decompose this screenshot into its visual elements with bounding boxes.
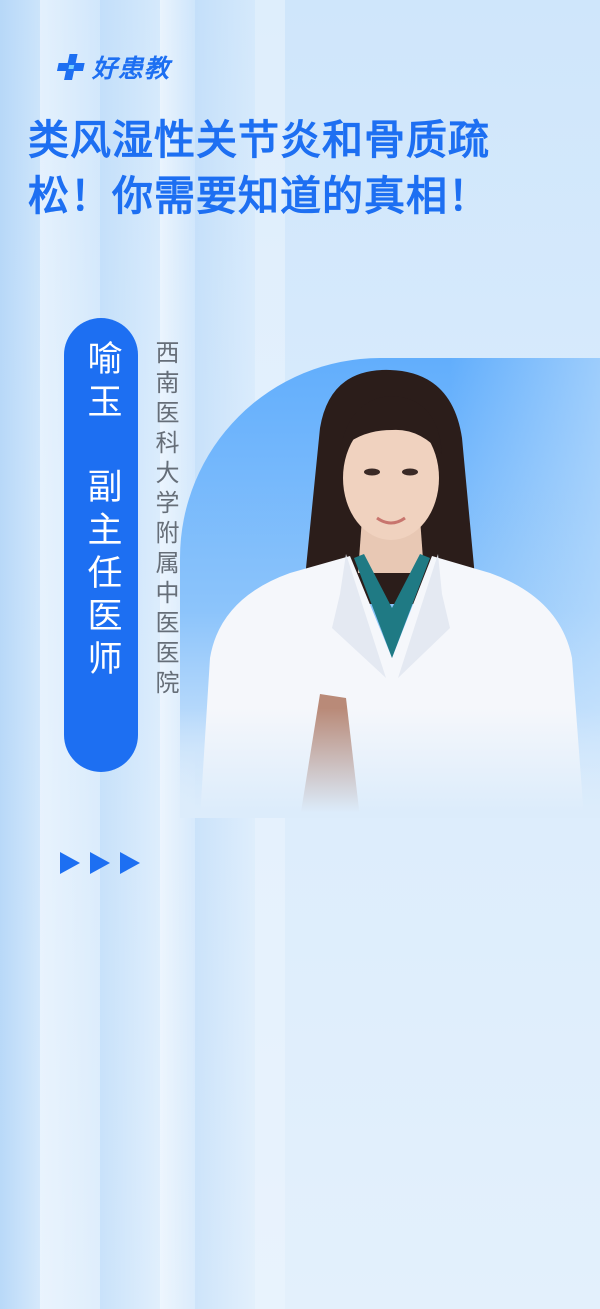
title-line-2: 松！你需要知道的真相！: [28, 172, 490, 220]
doctor-photo-panel: [180, 358, 600, 818]
play-triangle-icon: [60, 852, 80, 874]
page-title: 类风湿性关节炎和骨质疏 松！你需要知道的真相！: [28, 112, 588, 224]
brand-logo: 好患教: [54, 50, 170, 84]
brand-name: 好患教: [92, 54, 171, 83]
title-line-1: 类风湿性关节炎和骨质疏: [28, 116, 490, 164]
doctor-name-pill: 喻玉 副主任医师: [64, 318, 138, 772]
medical-cross-logo-icon: [54, 52, 90, 82]
doctor-position: 副主任医师: [81, 468, 122, 683]
play-triangle-icon: [90, 852, 110, 874]
arrow-decoration: [60, 852, 140, 874]
doctor-hospital: 西南医科大学附属中医医院: [151, 340, 179, 700]
play-triangle-icon: [120, 852, 140, 874]
doctor-name: 喻玉: [81, 340, 122, 426]
